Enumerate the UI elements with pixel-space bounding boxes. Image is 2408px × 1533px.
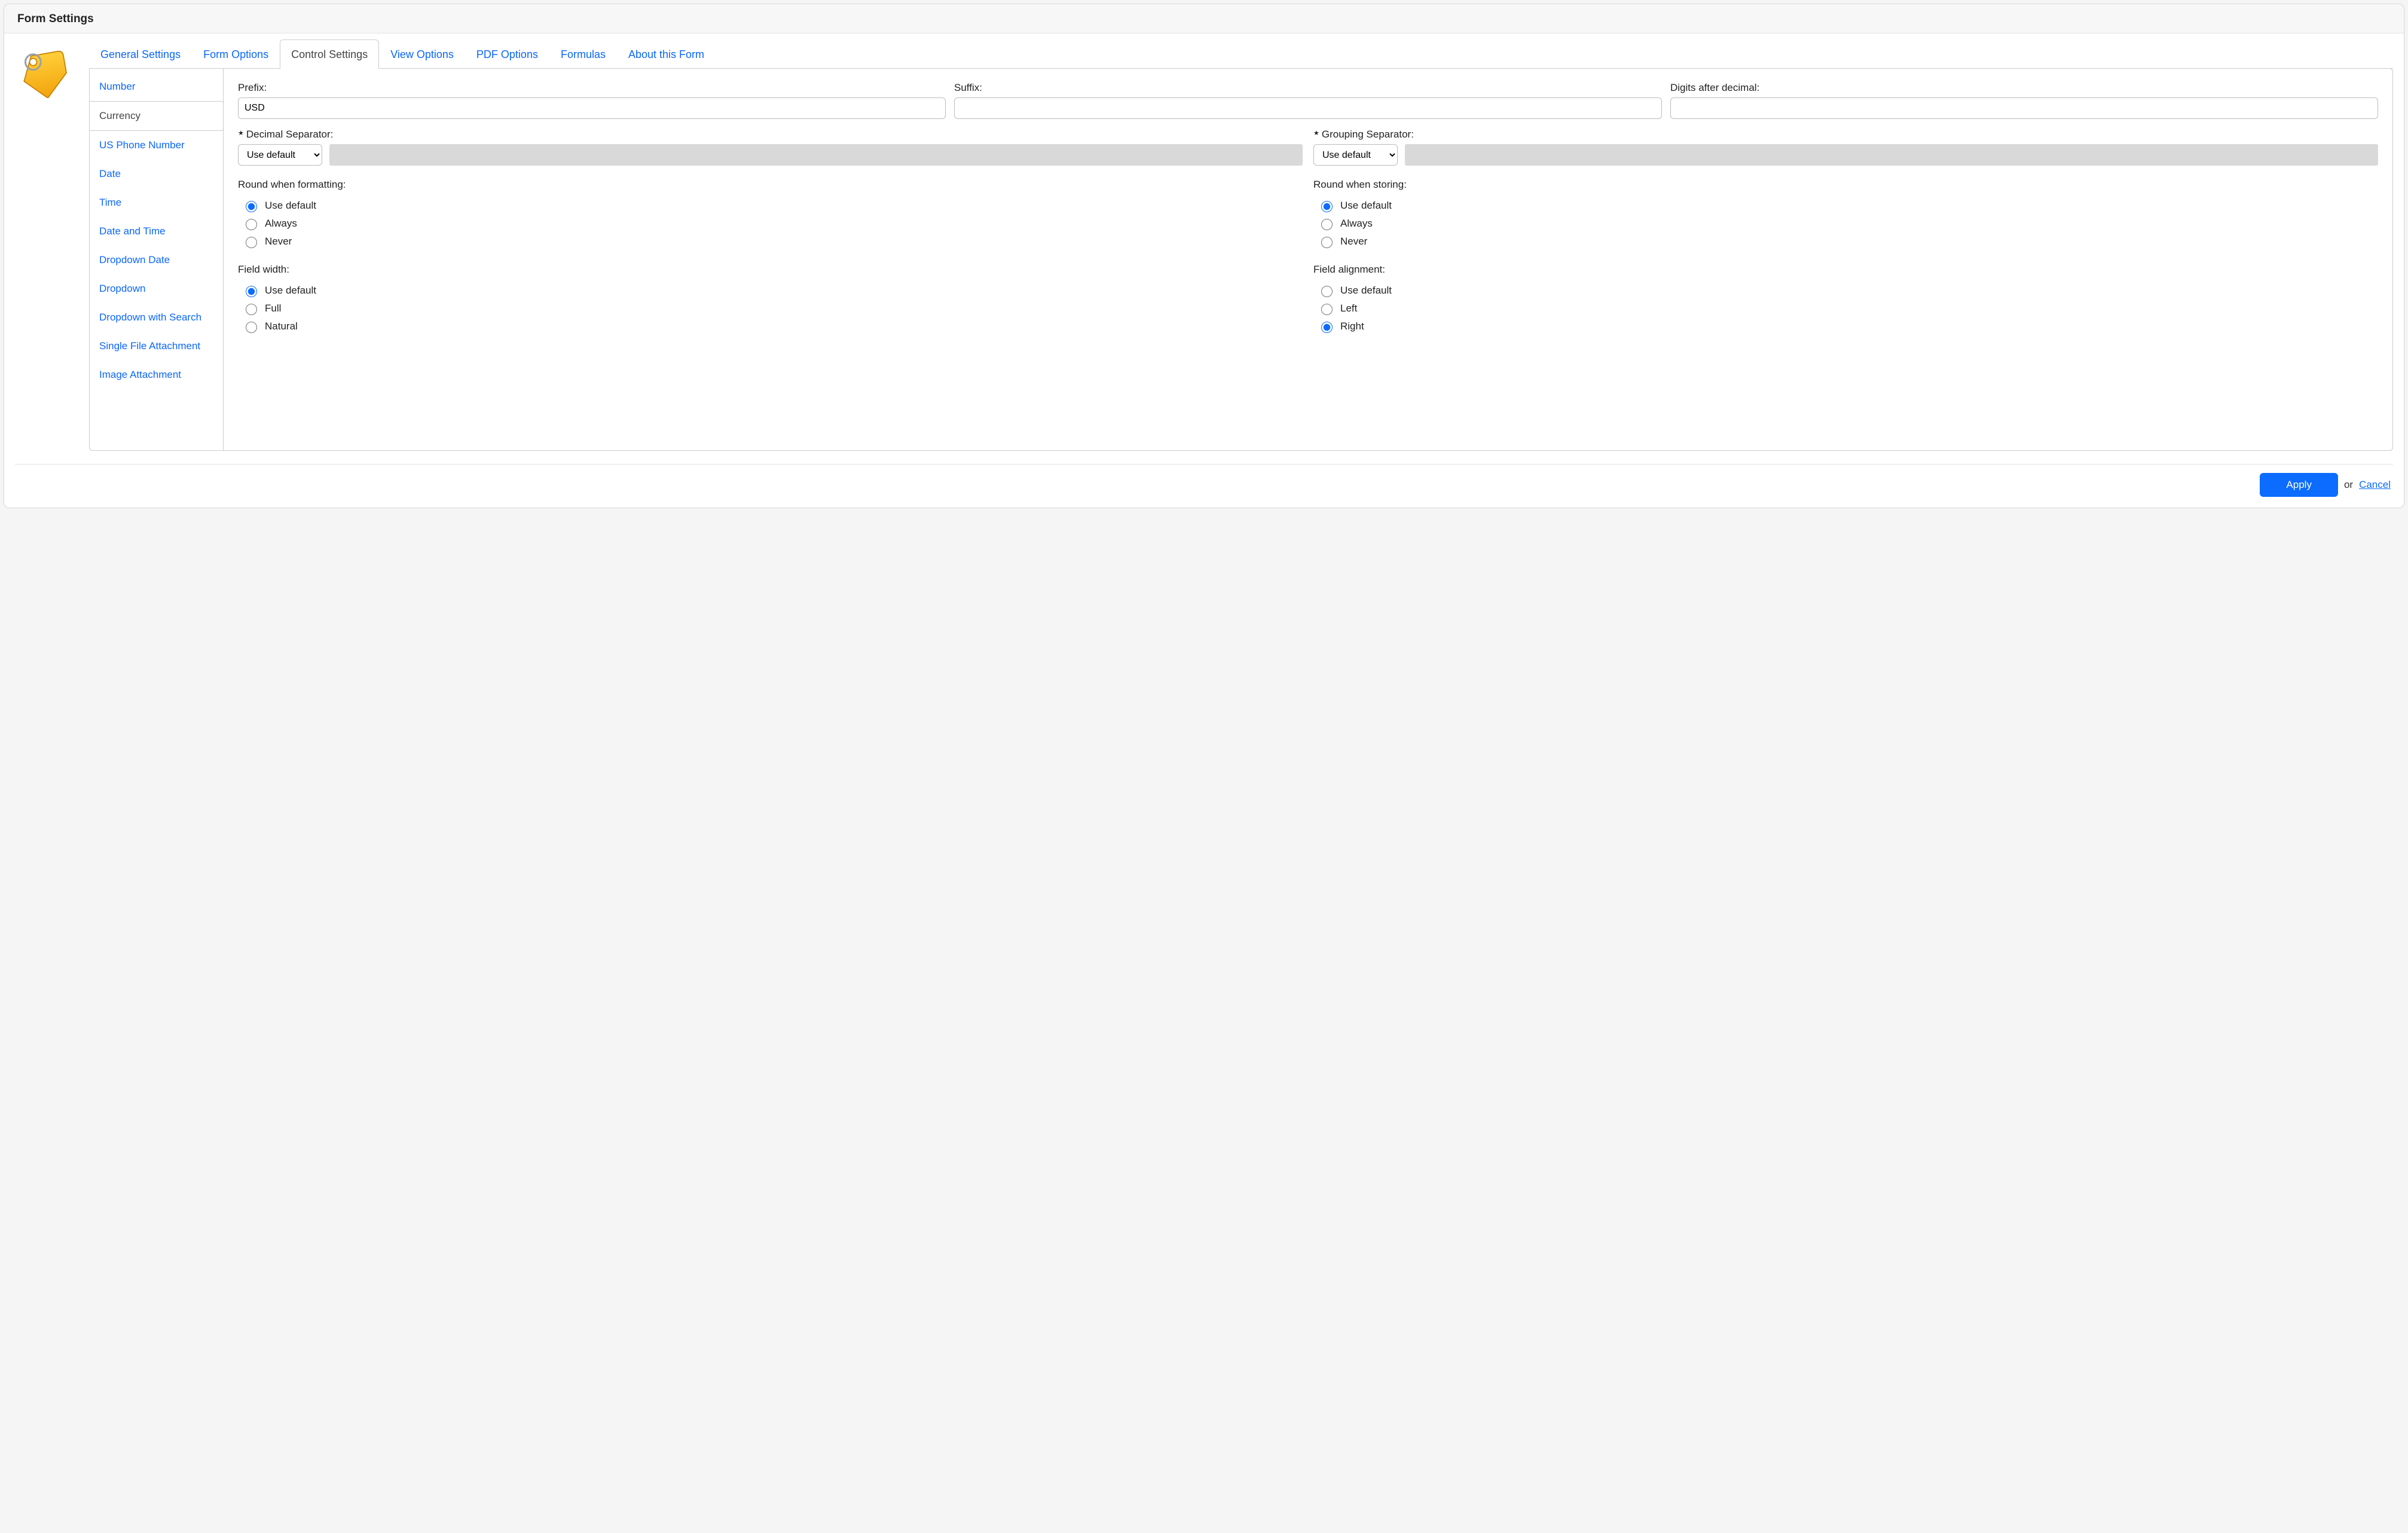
- sidebar-item-date-and-time[interactable]: Date and Time: [90, 217, 223, 246]
- prefix-input[interactable]: [238, 97, 946, 119]
- field-width-option-label: Natural: [265, 320, 298, 332]
- round-when-formatting-option-use-default[interactable]: Use default: [238, 197, 1303, 215]
- tab-about-this-form[interactable]: About this Form: [617, 39, 716, 68]
- control-type-sidebar: NumberCurrencyUS Phone NumberDateTimeDat…: [90, 69, 224, 450]
- sidebar-item-time[interactable]: Time: [90, 188, 223, 217]
- dialog-body: General SettingsForm OptionsControl Sett…: [4, 33, 2404, 451]
- footer-or-text: or: [2344, 479, 2353, 491]
- grouping-separator-custom-input: [1405, 144, 2378, 166]
- round-when-formatting-option-label: Always: [265, 218, 297, 230]
- round-when-formatting-option-never[interactable]: Never: [238, 233, 1303, 251]
- round-when-formatting-label: Round when formatting:: [238, 179, 1303, 191]
- round-when-storing-group: Round when storing: Use default Always Neve…: [1313, 174, 2378, 251]
- round-when-storing-radio-never[interactable]: [1321, 237, 1333, 248]
- sidebar-item-dropdown[interactable]: Dropdown: [90, 274, 223, 303]
- suffix-label: Suffix:: [954, 82, 1662, 94]
- field-width-group: Field width: Use default Full Natural: [238, 259, 1303, 335]
- sidebar-item-image-attachment[interactable]: Image Attachment: [90, 361, 223, 389]
- decimal-separator-custom-input: [329, 144, 1303, 166]
- decimal-separator-label: Decimal Separator:: [238, 129, 1303, 141]
- field-width-option-natural[interactable]: Natural: [238, 317, 1303, 335]
- settings-panel: Prefix: Suffix: Digits after decimal:: [224, 69, 2392, 450]
- field-alignment-option-use-default[interactable]: Use default: [1313, 282, 2378, 300]
- suffix-input[interactable]: [954, 97, 1662, 119]
- round-when-formatting-option-label: Use default: [265, 200, 316, 212]
- round-when-formatting-radio-never[interactable]: [246, 237, 257, 248]
- field-alignment-option-label: Left: [1340, 303, 1357, 314]
- digits-after-decimal-input[interactable]: [1670, 97, 2378, 119]
- sidebar-item-number[interactable]: Number: [90, 72, 223, 101]
- round-when-storing-option-always[interactable]: Always: [1313, 215, 2378, 233]
- apply-button[interactable]: Apply: [2260, 473, 2338, 497]
- field-alignment-option-label: Right: [1340, 320, 1364, 332]
- round-when-storing-label: Round when storing:: [1313, 179, 2378, 191]
- sidebar-item-currency[interactable]: Currency: [90, 101, 224, 131]
- tab-view-options[interactable]: View Options: [379, 39, 465, 68]
- round-when-storing-option-never[interactable]: Never: [1313, 233, 2378, 251]
- round-when-formatting-radio-use-default[interactable]: [246, 201, 257, 212]
- decimal-separator-select[interactable]: Use default: [238, 144, 322, 166]
- icon-column: [15, 39, 81, 451]
- field-width-radio-natural[interactable]: [246, 322, 257, 333]
- field-width-option-full[interactable]: Full: [238, 300, 1303, 317]
- field-alignment-group: Field alignment: Use default Left Right: [1313, 259, 2378, 335]
- tabs-row: General SettingsForm OptionsControl Sett…: [89, 39, 2393, 69]
- cancel-link[interactable]: Cancel: [2359, 479, 2391, 491]
- dialog-title: Form Settings: [4, 4, 2404, 33]
- round-when-storing-option-label: Use default: [1340, 200, 1392, 212]
- round-when-formatting-option-label: Never: [265, 236, 292, 248]
- round-when-storing-option-label: Never: [1340, 236, 1367, 248]
- round-when-storing-radio-always[interactable]: [1321, 219, 1333, 230]
- field-alignment-radio-use-default[interactable]: [1321, 286, 1333, 297]
- field-width-radio-use-default[interactable]: [246, 286, 257, 297]
- field-alignment-radio-right[interactable]: [1321, 322, 1333, 333]
- field-alignment-option-label: Use default: [1340, 285, 1392, 297]
- field-width-option-label: Full: [265, 303, 281, 314]
- field-alignment-option-right[interactable]: Right: [1313, 317, 2378, 335]
- tag-icon: [20, 47, 71, 98]
- round-when-storing-option-use-default[interactable]: Use default: [1313, 197, 2378, 215]
- round-when-formatting-radio-always[interactable]: [246, 219, 257, 230]
- grouping-separator-select[interactable]: Use default: [1313, 144, 1398, 166]
- grouping-separator-label: Grouping Separator:: [1313, 129, 2378, 141]
- dialog-footer: Apply or Cancel: [4, 465, 2404, 508]
- prefix-label: Prefix:: [238, 82, 946, 94]
- field-width-option-use-default[interactable]: Use default: [238, 282, 1303, 300]
- sidebar-item-dropdown-date[interactable]: Dropdown Date: [90, 246, 223, 274]
- tab-content: NumberCurrencyUS Phone NumberDateTimeDat…: [89, 68, 2393, 451]
- digits-after-decimal-label: Digits after decimal:: [1670, 82, 2378, 94]
- tab-general-settings[interactable]: General Settings: [89, 39, 192, 68]
- round-when-storing-option-label: Always: [1340, 218, 1373, 230]
- tab-formulas[interactable]: Formulas: [549, 39, 617, 68]
- sidebar-item-us-phone-number[interactable]: US Phone Number: [90, 131, 223, 160]
- round-when-formatting-group: Round when formatting: Use default Always N…: [238, 174, 1303, 251]
- field-alignment-label: Field alignment:: [1313, 264, 2378, 276]
- field-alignment-radio-left[interactable]: [1321, 304, 1333, 315]
- sidebar-item-date[interactable]: Date: [90, 160, 223, 188]
- sidebar-item-dropdown-with-search[interactable]: Dropdown with Search: [90, 303, 223, 332]
- tab-control-settings[interactable]: Control Settings: [280, 39, 379, 68]
- field-alignment-option-left[interactable]: Left: [1313, 300, 2378, 317]
- round-when-storing-radio-use-default[interactable]: [1321, 201, 1333, 212]
- field-width-option-label: Use default: [265, 285, 316, 297]
- form-settings-dialog: Form Settings General SettingsForm Optio…: [4, 4, 2404, 508]
- tab-pdf-options[interactable]: PDF Options: [465, 39, 549, 68]
- main-column: General SettingsForm OptionsControl Sett…: [89, 39, 2393, 451]
- tab-form-options[interactable]: Form Options: [192, 39, 280, 68]
- field-width-label: Field width:: [238, 264, 1303, 276]
- field-width-radio-full[interactable]: [246, 304, 257, 315]
- sidebar-item-single-file-attachment[interactable]: Single File Attachment: [90, 332, 223, 361]
- round-when-formatting-option-always[interactable]: Always: [238, 215, 1303, 233]
